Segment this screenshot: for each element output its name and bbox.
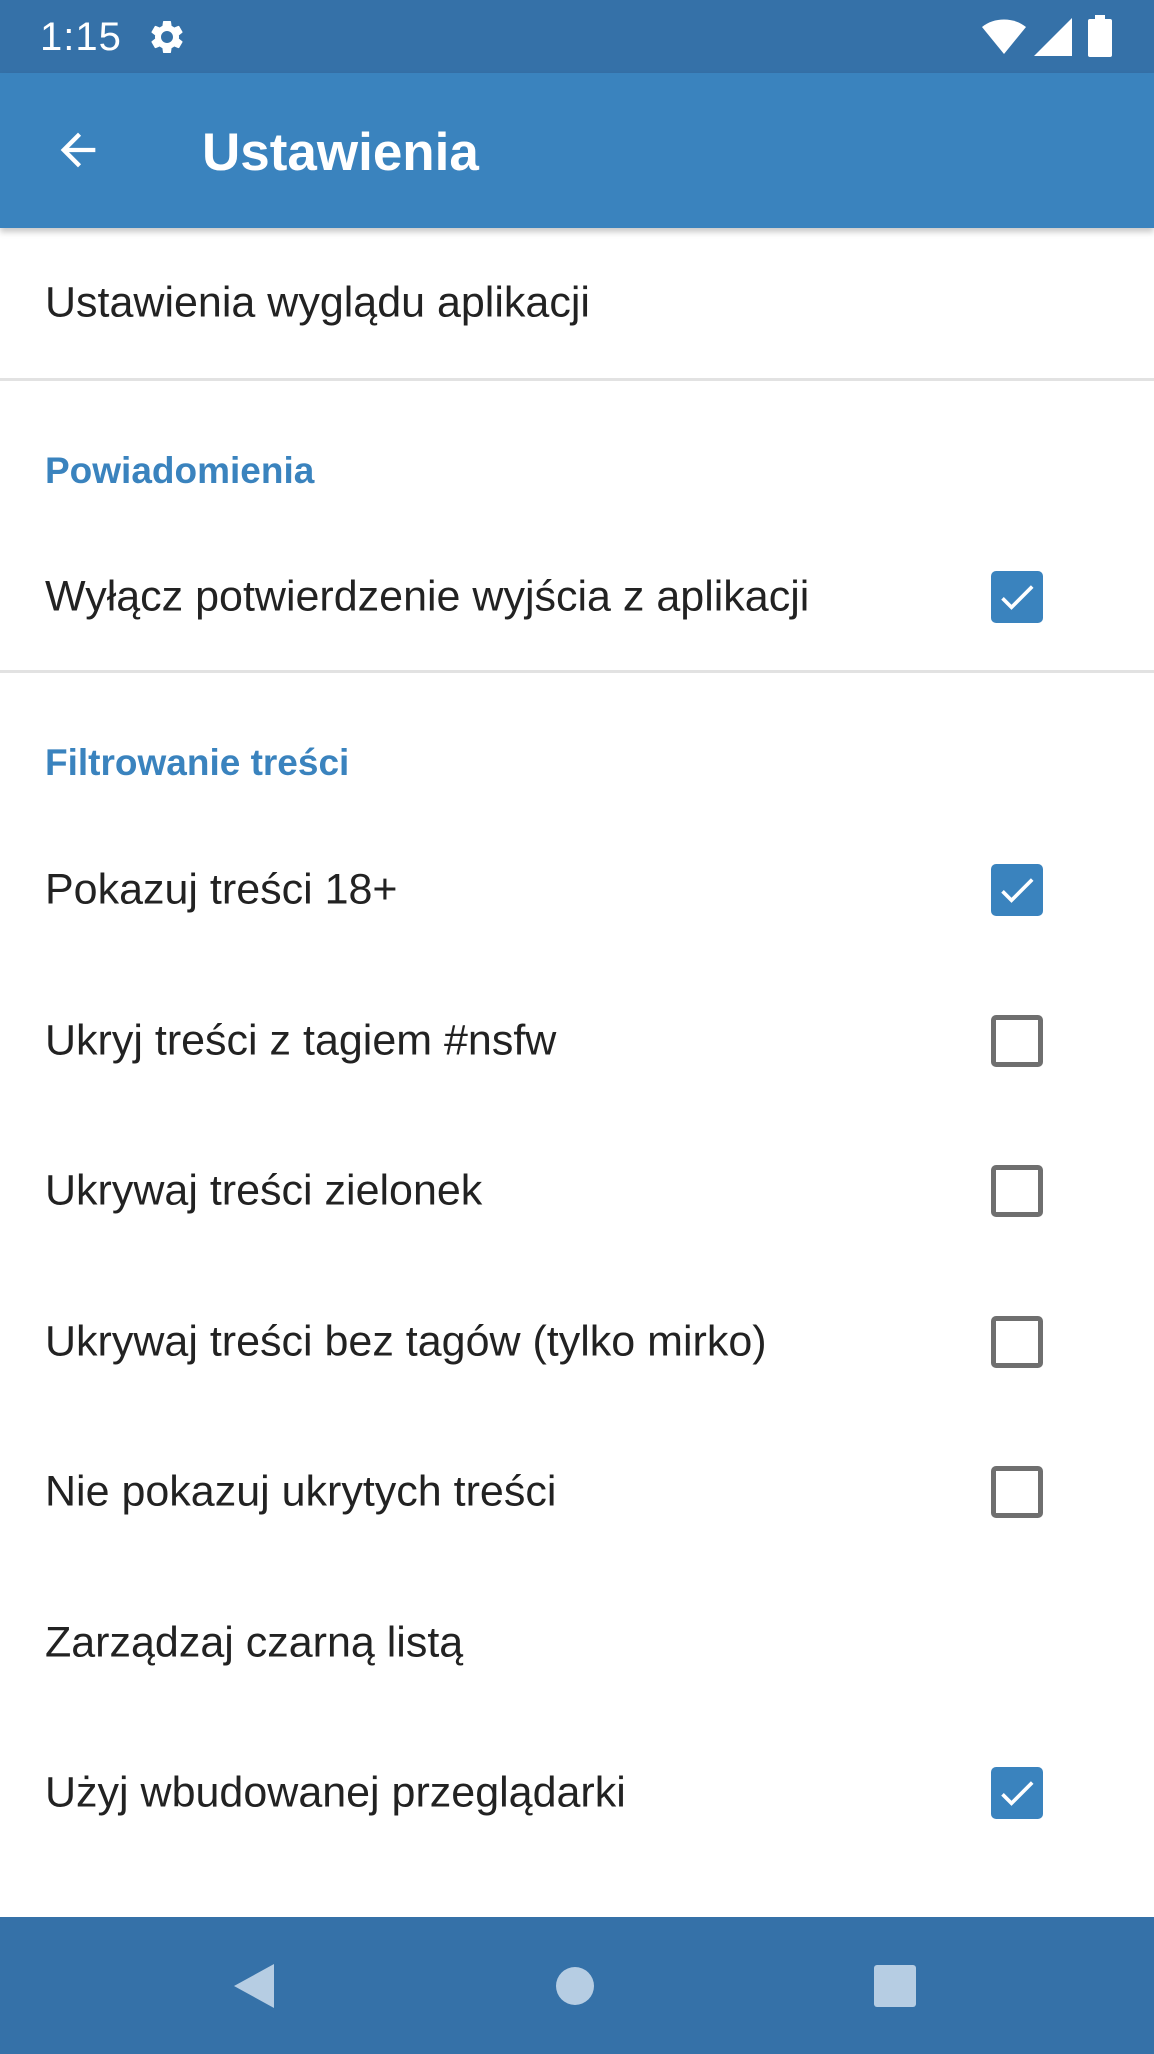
home-circle-icon [556, 1966, 594, 2005]
settings-screen: 1:15 Ustawienia Ustawienia wyglądu aplik… [0, 0, 1154, 2054]
setting-label: Pokazuj treści 18+ [45, 865, 398, 914]
checkbox[interactable] [991, 1466, 1043, 1518]
section-header-filtering: Filtrowanie treści [45, 742, 350, 783]
check-icon [1001, 585, 1034, 610]
signal-icon [1034, 18, 1072, 56]
setting-label: Ukrywaj treści zielonek [45, 1166, 483, 1215]
divider [0, 378, 1154, 381]
setting-label: Ukryj treści z tagiem #nsfw [45, 1016, 557, 1065]
appearance-settings-label: Ustawienia wyglądu aplikacji [45, 278, 590, 327]
nav-back-button[interactable] [179, 1917, 329, 2054]
nav-home-button[interactable] [500, 1917, 650, 2054]
setting-label: Wyłącz potwierdzenie wyjścia z aplikacji [45, 572, 810, 621]
setting-item-manage-blacklist[interactable]: Zarządzaj czarną listą [0, 1568, 1154, 1718]
setting-item-show-18-plus[interactable]: Pokazuj treści 18+ [0, 815, 1154, 965]
setting-label: Nie pokazuj ukrytych treści [45, 1467, 557, 1516]
appearance-settings-item[interactable]: Ustawienia wyglądu aplikacji [0, 228, 1154, 378]
setting-item-hide-hidden[interactable]: Nie pokazuj ukrytych treści [0, 1417, 1154, 1567]
wifi-icon [982, 19, 1026, 54]
navigation-bar [0, 1917, 1154, 2054]
page-title: Ustawienia [202, 123, 479, 182]
setting-item-hide-untagged[interactable]: Ukrywaj treści bez tagów (tylko mirko) [0, 1267, 1154, 1417]
setting-label: Ukrywaj treści bez tagów (tylko mirko) [45, 1317, 767, 1366]
setting-item-hide-greenhorns[interactable]: Ukrywaj treści zielonek [0, 1116, 1154, 1266]
back-triangle-icon [234, 1963, 274, 2008]
setting-item-hide-nsfw[interactable]: Ukryj treści z tagiem #nsfw [0, 966, 1154, 1116]
check-icon [1001, 1781, 1034, 1806]
status-bar: 1:15 [0, 0, 1154, 73]
recents-square-icon [874, 1964, 916, 2007]
checkbox[interactable] [991, 1767, 1043, 1819]
section-header-notifications: Powiadomienia [45, 450, 315, 491]
setting-item-built-in-browser[interactable]: Użyj wbudowanej przeglądarki [0, 1718, 1154, 1868]
setting-item-exit-confirmation[interactable]: Wyłącz potwierdzenie wyjścia z aplikacji [0, 522, 1154, 672]
checkbox[interactable] [991, 1316, 1043, 1368]
arrow-back-icon [60, 132, 96, 168]
gear-icon [151, 20, 183, 53]
app-bar: Ustawienia [0, 73, 1154, 228]
check-icon [1001, 878, 1034, 903]
back-button[interactable] [38, 110, 118, 190]
status-time: 1:15 [40, 15, 122, 59]
setting-label: Użyj wbudowanej przeglądarki [45, 1768, 626, 1817]
setting-label: Zarządzaj czarną listą [45, 1618, 464, 1667]
divider [0, 670, 1154, 673]
battery-icon [1088, 15, 1112, 57]
nav-recents-button[interactable] [820, 1917, 970, 2054]
checkbox[interactable] [991, 1165, 1043, 1217]
checkbox[interactable] [991, 1015, 1043, 1067]
checkbox[interactable] [991, 864, 1043, 916]
checkbox[interactable] [991, 571, 1043, 623]
